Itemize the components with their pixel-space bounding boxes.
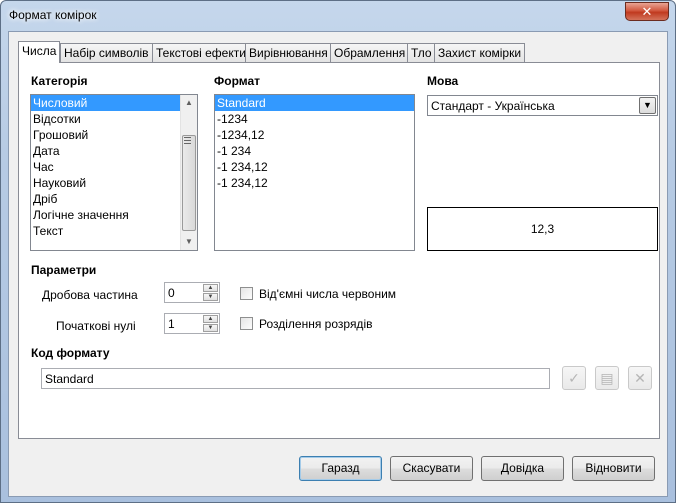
comment-icon[interactable]: ▤	[595, 366, 619, 390]
dialog-client-area: Числа Набір символів Текстові ефекти Вир…	[8, 31, 668, 497]
stepper-buttons: ▲ ▼	[203, 284, 218, 301]
format-code-input[interactable]: Standard	[41, 368, 550, 389]
list-item[interactable]: Standard	[215, 95, 414, 111]
format-preview: 12,3	[427, 207, 658, 251]
preview-value: 12,3	[530, 222, 555, 236]
leading-zeros-label: Початкові нулі	[56, 319, 136, 333]
decimal-places-label: Дробова частина	[42, 288, 138, 302]
list-item[interactable]: Числовий	[31, 95, 197, 111]
language-select[interactable]: Стандарт - Українська ▼	[427, 95, 658, 116]
tab-font[interactable]: Набір символів	[60, 43, 153, 62]
list-item[interactable]: Текст	[31, 223, 197, 239]
tab-background[interactable]: Тло	[407, 43, 436, 62]
chevron-down-icon[interactable]: ▼	[639, 97, 656, 114]
close-button[interactable]: ✕	[625, 2, 669, 21]
window-title: Формат комірок	[9, 8, 97, 22]
list-item[interactable]: -1 234,12	[215, 159, 414, 175]
spin-down-icon[interactable]: ▼	[203, 324, 218, 332]
negative-red-checkbox[interactable]	[240, 287, 253, 300]
tab-alignment[interactable]: Вирівнювання	[245, 43, 332, 62]
list-item[interactable]: Логічне значення	[31, 207, 197, 223]
format-code-label: Код формату	[31, 346, 110, 360]
negative-red-label: Від'ємні числа червоним	[259, 287, 397, 301]
category-list[interactable]: Числовий Відсотки Грошовий Дата Час Наук…	[30, 94, 198, 251]
spin-up-icon[interactable]: ▲	[203, 315, 218, 323]
category-label: Категорія	[31, 74, 88, 88]
list-item[interactable]: -1234	[215, 111, 414, 127]
decimal-places-stepper[interactable]: 0 ▲ ▼	[164, 282, 220, 303]
title-bar[interactable]: Формат комірок ✕	[1, 1, 675, 31]
list-item[interactable]: -1234,12	[215, 127, 414, 143]
help-button[interactable]: Довідка	[481, 456, 564, 481]
spin-down-icon[interactable]: ▼	[203, 293, 218, 301]
thousands-separator-label: Розділення розрядів	[259, 317, 373, 331]
list-item[interactable]: Дата	[31, 143, 197, 159]
list-item[interactable]: Відсотки	[31, 111, 197, 127]
leading-zeros-stepper[interactable]: 1 ▲ ▼	[164, 313, 220, 334]
dialog-window: Формат комірок ✕ Числа Набір символів Те…	[0, 0, 676, 503]
scroll-down-icon[interactable]: ▼	[181, 234, 197, 250]
list-item[interactable]: -1 234	[215, 143, 414, 159]
language-value: Стандарт - Українська	[431, 99, 555, 113]
language-label: Мова	[427, 74, 459, 88]
options-label: Параметри	[31, 263, 97, 277]
category-scrollbar[interactable]: ▲ ▼	[180, 95, 197, 250]
grip-icon	[184, 137, 191, 144]
cancel-button[interactable]: Скасувати	[390, 456, 473, 481]
leading-zeros-value: 1	[168, 317, 175, 331]
scrollbar-thumb[interactable]	[182, 135, 196, 231]
numbers-panel: Категорія Числовий Відсотки Грошовий Дат…	[18, 62, 660, 439]
list-item[interactable]: Науковий	[31, 175, 197, 191]
close-icon: ✕	[641, 4, 653, 19]
scroll-up-icon[interactable]: ▲	[181, 95, 197, 111]
tab-numbers[interactable]: Числа	[18, 41, 61, 63]
list-item[interactable]: Час	[31, 159, 197, 175]
thousands-separator-checkbox[interactable]	[240, 317, 253, 330]
tab-cell-protection[interactable]: Захист комірки	[434, 43, 526, 62]
list-item[interactable]: Дріб	[31, 191, 197, 207]
check-icon[interactable]: ✓	[562, 366, 586, 390]
list-item[interactable]: -1 234,12	[215, 175, 414, 191]
tab-font-effects[interactable]: Текстові ефекти	[152, 43, 250, 62]
format-code-value: Standard	[45, 372, 94, 386]
reset-button[interactable]: Відновити	[572, 456, 655, 481]
decimal-places-value: 0	[168, 286, 175, 300]
ok-button[interactable]: Гаразд	[299, 456, 382, 481]
delete-icon[interactable]: ✕	[628, 366, 652, 390]
stepper-buttons: ▲ ▼	[203, 315, 218, 332]
list-item[interactable]: Грошовий	[31, 127, 197, 143]
spin-up-icon[interactable]: ▲	[203, 284, 218, 292]
format-list[interactable]: Standard -1234 -1234,12 -1 234 -1 234,12…	[214, 94, 415, 251]
format-label: Формат	[214, 74, 261, 88]
tab-borders[interactable]: Обрамлення	[330, 43, 410, 62]
